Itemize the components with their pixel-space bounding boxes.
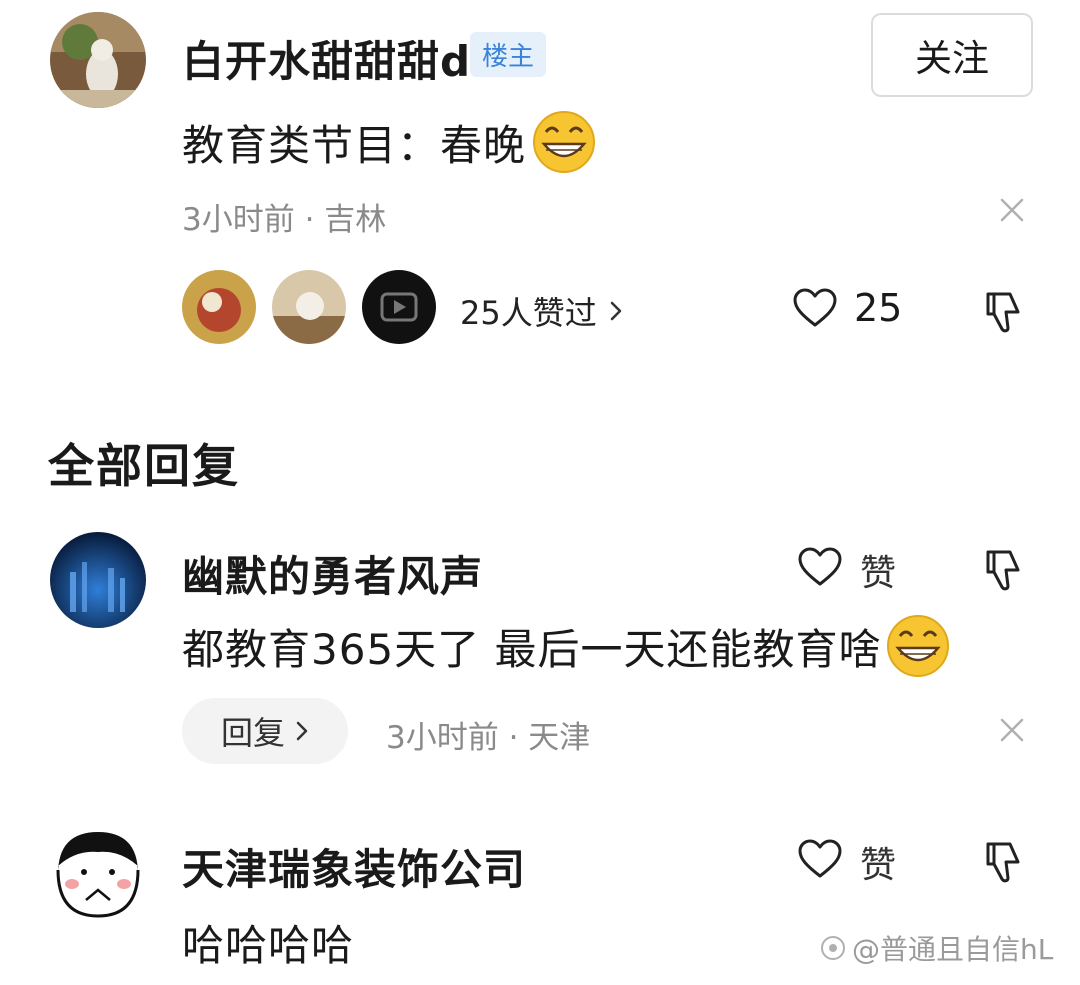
comment-meta: 3小时前 · 吉林 (182, 202, 387, 238)
like-label[interactable]: 赞 (860, 544, 896, 596)
reply-avatar-image (50, 532, 146, 628)
close-icon[interactable] (998, 716, 1026, 744)
thumbs-down-icon[interactable] (982, 840, 1024, 884)
liker-avatar[interactable] (182, 270, 256, 344)
watermark-logo-icon (821, 936, 845, 960)
author-avatar[interactable] (50, 12, 146, 108)
watermark: @普通且自信hL (820, 928, 1053, 968)
reply-avatar[interactable] (50, 826, 146, 922)
likers-link[interactable]: 25人赞过 (460, 288, 623, 334)
liker-avatar[interactable] (362, 270, 436, 344)
reply-button-label: 回复 (220, 714, 285, 752)
comment-text-content: 教育类节目：春晚 (182, 120, 527, 170)
liker-avatar[interactable] (272, 270, 346, 344)
like-count: 25 (854, 286, 903, 330)
reply-button[interactable]: 回复 (182, 698, 348, 764)
author-name[interactable]: 白开水甜甜甜d (182, 28, 471, 89)
reply-avatar[interactable] (50, 532, 146, 628)
grin-emoji (886, 615, 949, 677)
heart-icon[interactable] (797, 838, 843, 880)
liker-avatar-image (182, 270, 256, 344)
reply-text: 都教育365天了 最后一天还能教育啥 (182, 614, 950, 678)
close-icon[interactable] (998, 196, 1026, 224)
heart-icon[interactable] (797, 546, 843, 588)
grin-emoji (533, 111, 596, 173)
reply-author[interactable]: 天津瑞象装饰公司 (182, 836, 526, 897)
watermark-text: @普通且自信hL (852, 933, 1054, 966)
chevron-right-icon (296, 721, 308, 741)
like-label[interactable]: 赞 (860, 836, 896, 888)
chevron-right-icon (610, 301, 621, 321)
thumbs-down-icon[interactable] (982, 548, 1024, 592)
reply-meta: 3小时前 · 天津 (386, 720, 591, 756)
op-badge: 楼主 (470, 32, 547, 77)
liker-avatar-image (362, 270, 436, 344)
heart-icon[interactable] (792, 287, 838, 329)
reply-avatar-image (50, 826, 146, 922)
reply-text: 哈哈哈哈 (182, 921, 355, 970)
follow-button[interactable]: 关注 (871, 13, 1033, 97)
reply-author[interactable]: 幽默的勇者风声 (182, 543, 483, 604)
liker-avatar-image (272, 270, 346, 344)
comment-text: 教育类节目：春晚 (182, 110, 596, 174)
thumbs-down-icon[interactable] (982, 290, 1024, 334)
likers-count-text: 25人赞过 (460, 294, 597, 332)
avatar-photo (50, 12, 146, 108)
reply-text-content: 都教育365天了 最后一天还能教育啥 (182, 624, 882, 674)
section-title: 全部回复 (48, 439, 240, 493)
